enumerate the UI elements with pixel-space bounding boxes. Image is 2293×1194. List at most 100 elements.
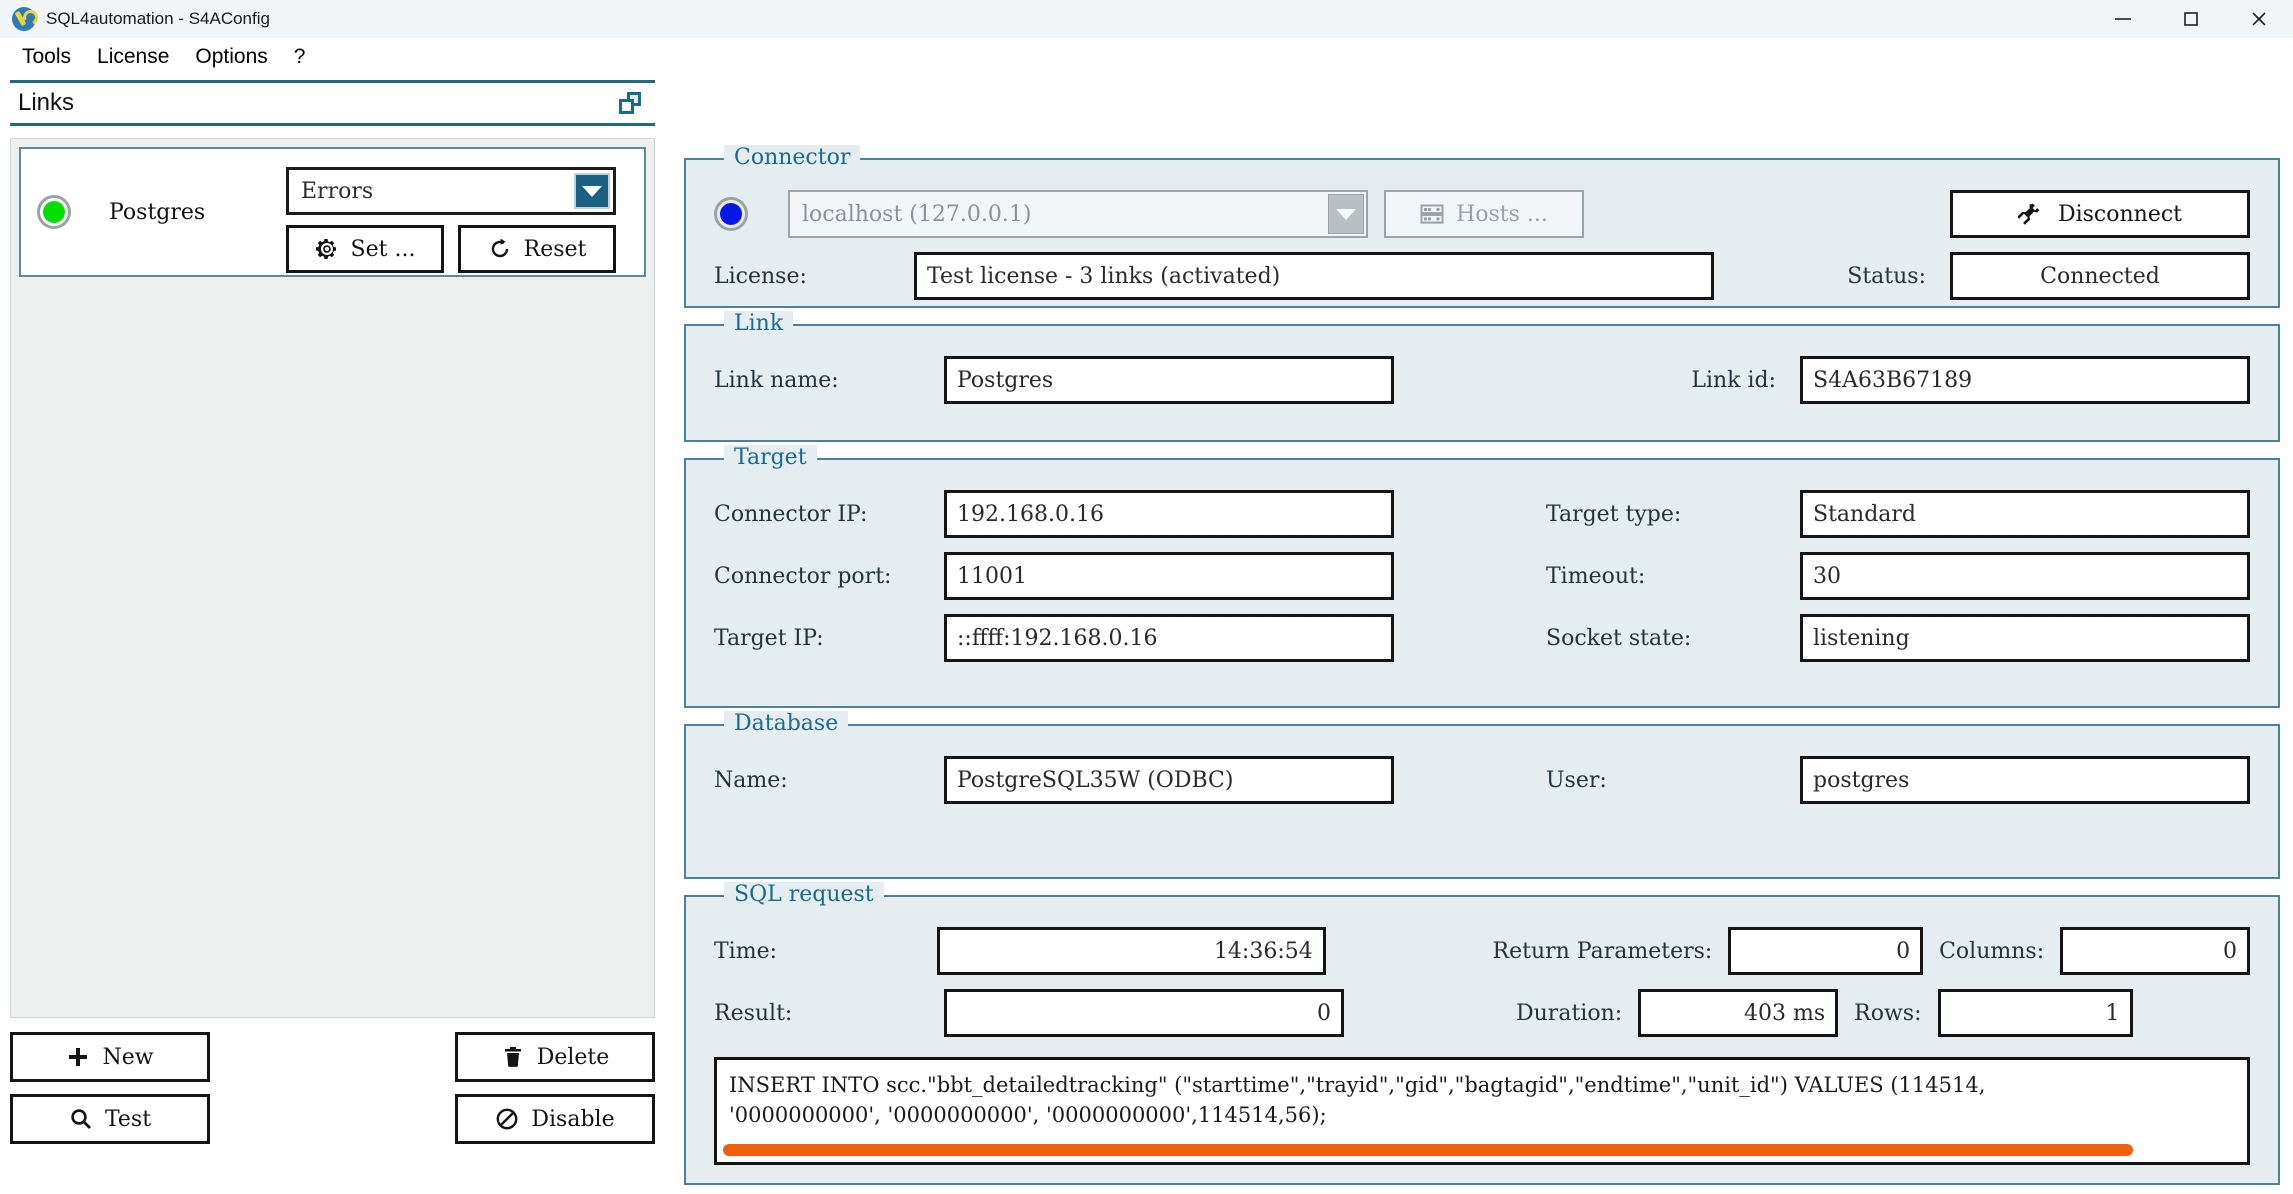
connector-status-field: Connected [1950, 252, 2250, 300]
database-name-input[interactable]: PostgreSQL35W (ODBC) [944, 756, 1394, 804]
prohibition-icon [495, 1107, 519, 1131]
link-card-controls: Errors Set ... Reset [286, 167, 616, 273]
link-group: Link Link name: Postgres Link id: S4A63B… [684, 311, 2280, 442]
socket-state-label: Socket state: [1546, 625, 1692, 651]
database-user-label: User: [1546, 767, 1607, 793]
rows-label: Rows: [1854, 1000, 1922, 1026]
links-list: Postgres Errors Set ... Reset [10, 138, 655, 1018]
list-item[interactable]: Postgres Errors Set ... Reset [19, 147, 646, 277]
database-row: Name: PostgreSQL35W (ODBC) User: postgre… [714, 756, 2250, 804]
target-group: Target Connector IP: 192.168.0.16 Target… [684, 445, 2280, 708]
reset-button[interactable]: Reset [458, 225, 616, 273]
link-row: Link name: Postgres Link id: S4A63B67189 [714, 356, 2250, 404]
return-parameters-field: 0 [1728, 927, 1924, 975]
window-title: SQL4automation - S4AConfig [46, 9, 270, 28]
license-field: Test license - 3 links (activated) [914, 252, 1714, 300]
target-row-3: Target IP: ::ffff:192.168.0.16 Socket st… [714, 614, 2250, 662]
title-bar: SQL4automation - S4AConfig [0, 0, 2293, 38]
link-legend: Link [724, 311, 794, 336]
time-field: 14:36:54 [937, 927, 1326, 975]
result-label: Result: [714, 1000, 793, 1026]
test-button-label: Test [104, 1106, 152, 1132]
sql-request-legend: SQL request [724, 882, 884, 907]
socket-state-field: listening [1800, 614, 2250, 662]
trash-icon [501, 1045, 525, 1069]
sql-row-1: Time: 14:36:54 Return Parameters: 0 Colu… [714, 927, 2250, 975]
target-ip-label: Target IP: [714, 625, 824, 651]
connector-port-label: Connector port: [714, 563, 892, 589]
connector-status-label: Status: [1847, 263, 1926, 289]
target-type-input[interactable]: Standard [1800, 490, 2250, 538]
links-dock-panel: Links Postgres Errors Set ... Reset New … [10, 80, 655, 1180]
sql-statement-textarea[interactable]: INSERT INTO scc."bbt_detailedtracking" (… [714, 1057, 2250, 1165]
horizontal-scrollbar[interactable] [723, 1144, 2133, 1156]
connector-status-led-icon [714, 197, 748, 231]
set-button-label: Set ... [350, 236, 416, 262]
menu-item-options[interactable]: Options [183, 42, 279, 72]
license-label: License: [714, 263, 807, 289]
target-row-2: Connector port: 11001 Timeout: 30 [714, 552, 2250, 600]
hosts-button-label: Hosts ... [1456, 201, 1548, 227]
set-button[interactable]: Set ... [286, 225, 444, 273]
new-button[interactable]: New [10, 1032, 210, 1082]
database-user-input[interactable]: postgres [1800, 756, 2250, 804]
database-name-label: Name: [714, 767, 788, 793]
disconnect-button-label: Disconnect [2057, 201, 2183, 227]
delete-button-label: Delete [536, 1044, 610, 1070]
columns-label: Columns: [1939, 938, 2045, 964]
refresh-icon [488, 237, 512, 261]
target-type-label: Target type: [1546, 501, 1682, 527]
restore-panel-icon[interactable] [619, 92, 641, 114]
connector-ip-label: Connector IP: [714, 501, 868, 527]
chevron-down-icon[interactable] [574, 173, 610, 209]
status-led-icon [37, 195, 71, 229]
search-icon [69, 1107, 93, 1131]
new-button-label: New [102, 1044, 154, 1070]
footer-spacer-bottom [210, 1094, 455, 1144]
duration-field: 403 ms [1638, 989, 1839, 1037]
menu-item-license[interactable]: License [85, 42, 181, 72]
minimize-icon[interactable] [2089, 0, 2157, 38]
menu-bar: Tools License Options ? [0, 38, 2293, 76]
log-filter-select[interactable]: Errors [286, 167, 616, 215]
target-legend: Target [724, 445, 817, 470]
timeout-input[interactable]: 30 [1800, 552, 2250, 600]
connector-host-select[interactable]: localhost (127.0.0.1) [788, 190, 1368, 238]
footer-spacer-top [210, 1032, 455, 1082]
status-badge: Connected [2040, 263, 2160, 289]
connector-row-host: localhost (127.0.0.1) Hosts ... Disconne… [714, 190, 2250, 238]
links-dock-footer: New Delete Test Disable [10, 1032, 655, 1144]
menu-item-help[interactable]: ? [282, 42, 318, 72]
hosts-button[interactable]: Hosts ... [1384, 190, 1584, 238]
close-icon[interactable] [2225, 0, 2293, 38]
link-id-label: Link id: [1691, 367, 1776, 393]
connector-host-value: localhost (127.0.0.1) [802, 201, 1032, 227]
connector-ip-input[interactable]: 192.168.0.16 [944, 490, 1394, 538]
disconnect-button[interactable]: Disconnect [1950, 190, 2250, 238]
window-controls [2089, 0, 2293, 38]
menu-item-tools[interactable]: Tools [10, 42, 83, 72]
disable-button[interactable]: Disable [455, 1094, 655, 1144]
columns-field: 0 [2060, 927, 2250, 975]
connector-port-input[interactable]: 11001 [944, 552, 1394, 600]
connector-row-license: License: Test license - 3 links (activat… [714, 252, 2250, 300]
sql-statement-text: INSERT INTO scc."bbt_detailedtracking" (… [729, 1073, 1986, 1128]
server-rack-icon [1420, 204, 1444, 224]
link-card-buttons: Set ... Reset [286, 225, 616, 273]
main-body: Links Postgres Errors Set ... Reset New … [0, 76, 2293, 1194]
target-row-1: Connector IP: 192.168.0.16 Target type: … [714, 490, 2250, 538]
database-legend: Database [724, 711, 849, 736]
title-bar-left: SQL4automation - S4AConfig [0, 7, 270, 31]
details-pane: Connector localhost (127.0.0.1) Hosts ..… [684, 145, 2280, 1194]
chevron-down-icon[interactable] [1328, 194, 1364, 234]
gear-icon [315, 237, 339, 261]
maximize-icon[interactable] [2157, 0, 2225, 38]
test-button[interactable]: Test [10, 1094, 210, 1144]
link-card-name: Postgres [109, 199, 206, 225]
link-name-input[interactable]: Postgres [944, 356, 1394, 404]
result-field: 0 [944, 989, 1344, 1037]
links-dock-header: Links [10, 80, 655, 126]
disable-button-label: Disable [531, 1106, 615, 1132]
link-id-input[interactable]: S4A63B67189 [1800, 356, 2250, 404]
delete-button[interactable]: Delete [455, 1032, 655, 1082]
